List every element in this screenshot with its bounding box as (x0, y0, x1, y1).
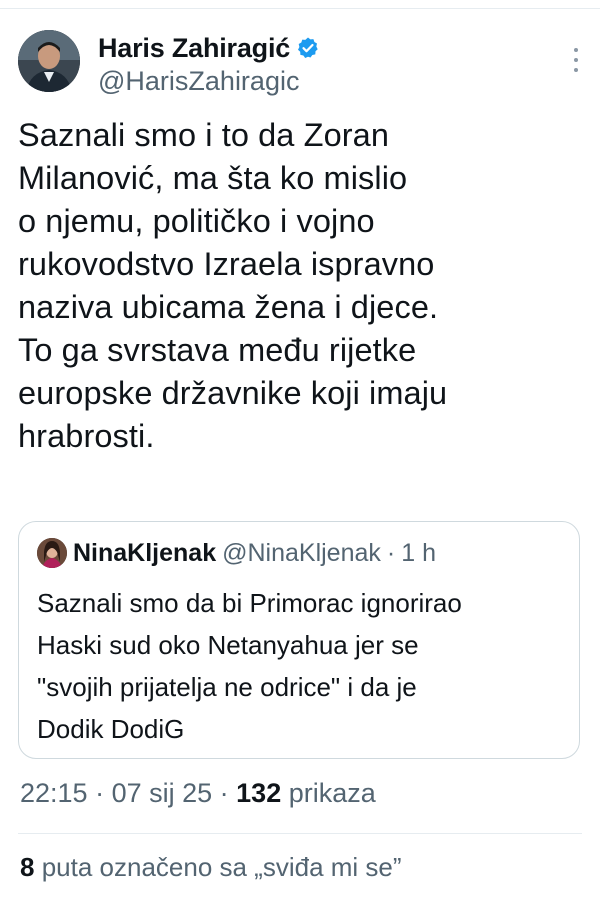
views-count: 132 (236, 778, 282, 808)
tweet-text-line: o njemu, političko i vojno (18, 203, 375, 239)
more-vertical-icon[interactable] (564, 40, 588, 80)
quoted-author-handle: @NinaKljenak (222, 538, 381, 567)
tweet-text-line: Milanović, ma šta ko mislio (18, 160, 408, 196)
quoted-tweet-card[interactable]: NinaKljenak @NinaKljenak · 1 h Saznali s… (18, 521, 580, 759)
meta-separator: · (87, 778, 112, 808)
verified-badge-icon (296, 36, 320, 60)
quoted-separator-dot: · (386, 538, 396, 567)
meta-separator: · (212, 778, 237, 808)
quoted-tweet-header: NinaKljenak @NinaKljenak · 1 h (37, 538, 436, 568)
tweet-date[interactable]: 07 sij 25 (112, 778, 213, 808)
likes-summary[interactable]: 8 puta označeno sa „sviđa mi se” (20, 852, 402, 883)
views-label: prikaza (281, 778, 376, 808)
tweet-time[interactable]: 22:15 (20, 778, 88, 808)
quoted-text-line: Saznali smo da bi Primorac ignorirao (37, 588, 462, 618)
top-divider (0, 8, 600, 9)
tweet-text-line: hrabrosti. (18, 418, 155, 454)
quoted-text-line: Haski sud oko Netanyahua jer se (37, 630, 419, 660)
likes-count: 8 (20, 852, 35, 882)
tweet-text-line: europske državnike koji imaju (18, 375, 448, 411)
author-avatar-image (18, 30, 80, 92)
tweet-header: Haris Zahiragić @HarisZahiragic (18, 30, 588, 100)
author-handle[interactable]: @HarisZahiragic (98, 66, 299, 97)
tweet-text-line: naziva ubicama žena i djece. (18, 289, 439, 325)
tweet-text-line: Saznali smo i to da Zoran (18, 117, 390, 153)
tweet-text-line: To ga svrstava među rijetke (18, 332, 417, 368)
meta-divider (18, 833, 582, 834)
tweet-text: Saznali smo i to da Zoran Milanović, ma … (18, 114, 578, 458)
author-display-name[interactable]: Haris Zahiragić (98, 33, 290, 64)
author-avatar[interactable] (18, 30, 80, 92)
author-name-row: Haris Zahiragić (98, 30, 320, 66)
quoted-tweet-text: Saznali smo da bi Primorac ignorirao Has… (37, 582, 567, 750)
quoted-text-line: "svojih prijatelja ne odrice" i da je (37, 672, 417, 702)
quoted-author-display-name: NinaKljenak (73, 538, 217, 567)
tweet-text-line: rukovodstvo Izraela ispravno (18, 246, 435, 282)
quoted-author-avatar (37, 538, 67, 568)
likes-label: puta označeno sa „sviđa mi se” (34, 852, 402, 882)
quoted-text-line: Dodik DodiG (37, 714, 185, 744)
quoted-tweet-time: 1 h (401, 538, 436, 567)
tweet-meta: 22:15 · 07 sij 25 · 132 prikaza (20, 778, 376, 809)
